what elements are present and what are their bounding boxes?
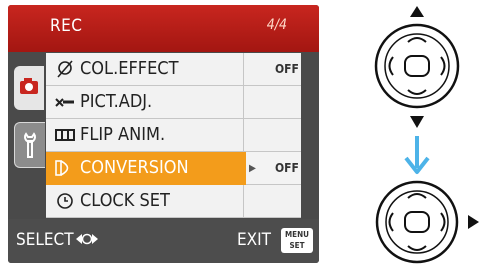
flip-animation-icon: [55, 129, 75, 141]
color-effect-icon: [57, 60, 73, 78]
dpad-up-down-diagram: [374, 6, 460, 128]
dpad-center-button: [404, 211, 430, 233]
menu-item-flip-anim[interactable]: FLIP ANIM.: [46, 119, 301, 152]
menu-item-label: CONVERSION: [80, 157, 189, 178]
menu-label: MENU: [285, 230, 309, 239]
menu-item-clock-set[interactable]: CLOCK SET: [46, 185, 301, 218]
select-hint: SELECT: [16, 230, 100, 250]
page-indicator: 4/4: [266, 17, 287, 33]
clock-icon: [57, 193, 73, 209]
divider: [243, 185, 244, 218]
submenu-arrow-icon: ▶: [249, 163, 256, 174]
menu-item-label: COL.EFFECT: [80, 58, 179, 79]
menu-item-conversion[interactable]: CONVERSION ▶ OFF: [46, 152, 301, 185]
menu-item-value: OFF: [275, 62, 299, 76]
down-arrow-icon: [410, 116, 424, 128]
conversion-icon: [55, 160, 69, 176]
set-label: SET: [289, 241, 305, 250]
divider: [243, 53, 244, 86]
dpad-right-diagram: [375, 180, 479, 264]
menu-item-label: FLIP ANIM.: [80, 124, 166, 145]
menu-item-col-effect[interactable]: COL.EFFECT OFF: [46, 53, 301, 86]
menu-set-button-icon: MENU SET: [281, 228, 313, 253]
select-label: SELECT: [16, 230, 74, 250]
menu-item-pict-adj[interactable]: PICT.ADJ.: [46, 86, 301, 119]
divider: [243, 86, 244, 119]
menu-item-label: PICT.ADJ.: [80, 91, 153, 112]
up-down-arrows-icon: [75, 233, 98, 245]
camera-menu-screen: REC 4/4 COL.EFFECT OFF PICT.ADJ. FLIP AN…: [8, 5, 319, 263]
menu-item-value: OFF: [275, 161, 299, 175]
menu-item-label: CLOCK SET: [80, 190, 170, 211]
wrench-icon: [24, 132, 36, 158]
menu-header: REC 4/4: [8, 5, 319, 52]
up-arrow-icon: [410, 6, 424, 17]
exit-label: EXIT: [237, 230, 271, 250]
transition-arrow-icon: [404, 136, 430, 174]
menu-footer: SELECT EXIT MENU SET: [8, 219, 319, 263]
tab-rec[interactable]: [14, 66, 44, 110]
right-arrow-icon: [468, 215, 479, 229]
camera-icon: [20, 78, 38, 94]
divider: [243, 119, 244, 152]
menu-title: REC: [50, 16, 83, 36]
picture-adjust-icon: [55, 98, 74, 107]
tab-setup[interactable]: [14, 122, 45, 168]
dpad-center-button: [404, 55, 430, 77]
